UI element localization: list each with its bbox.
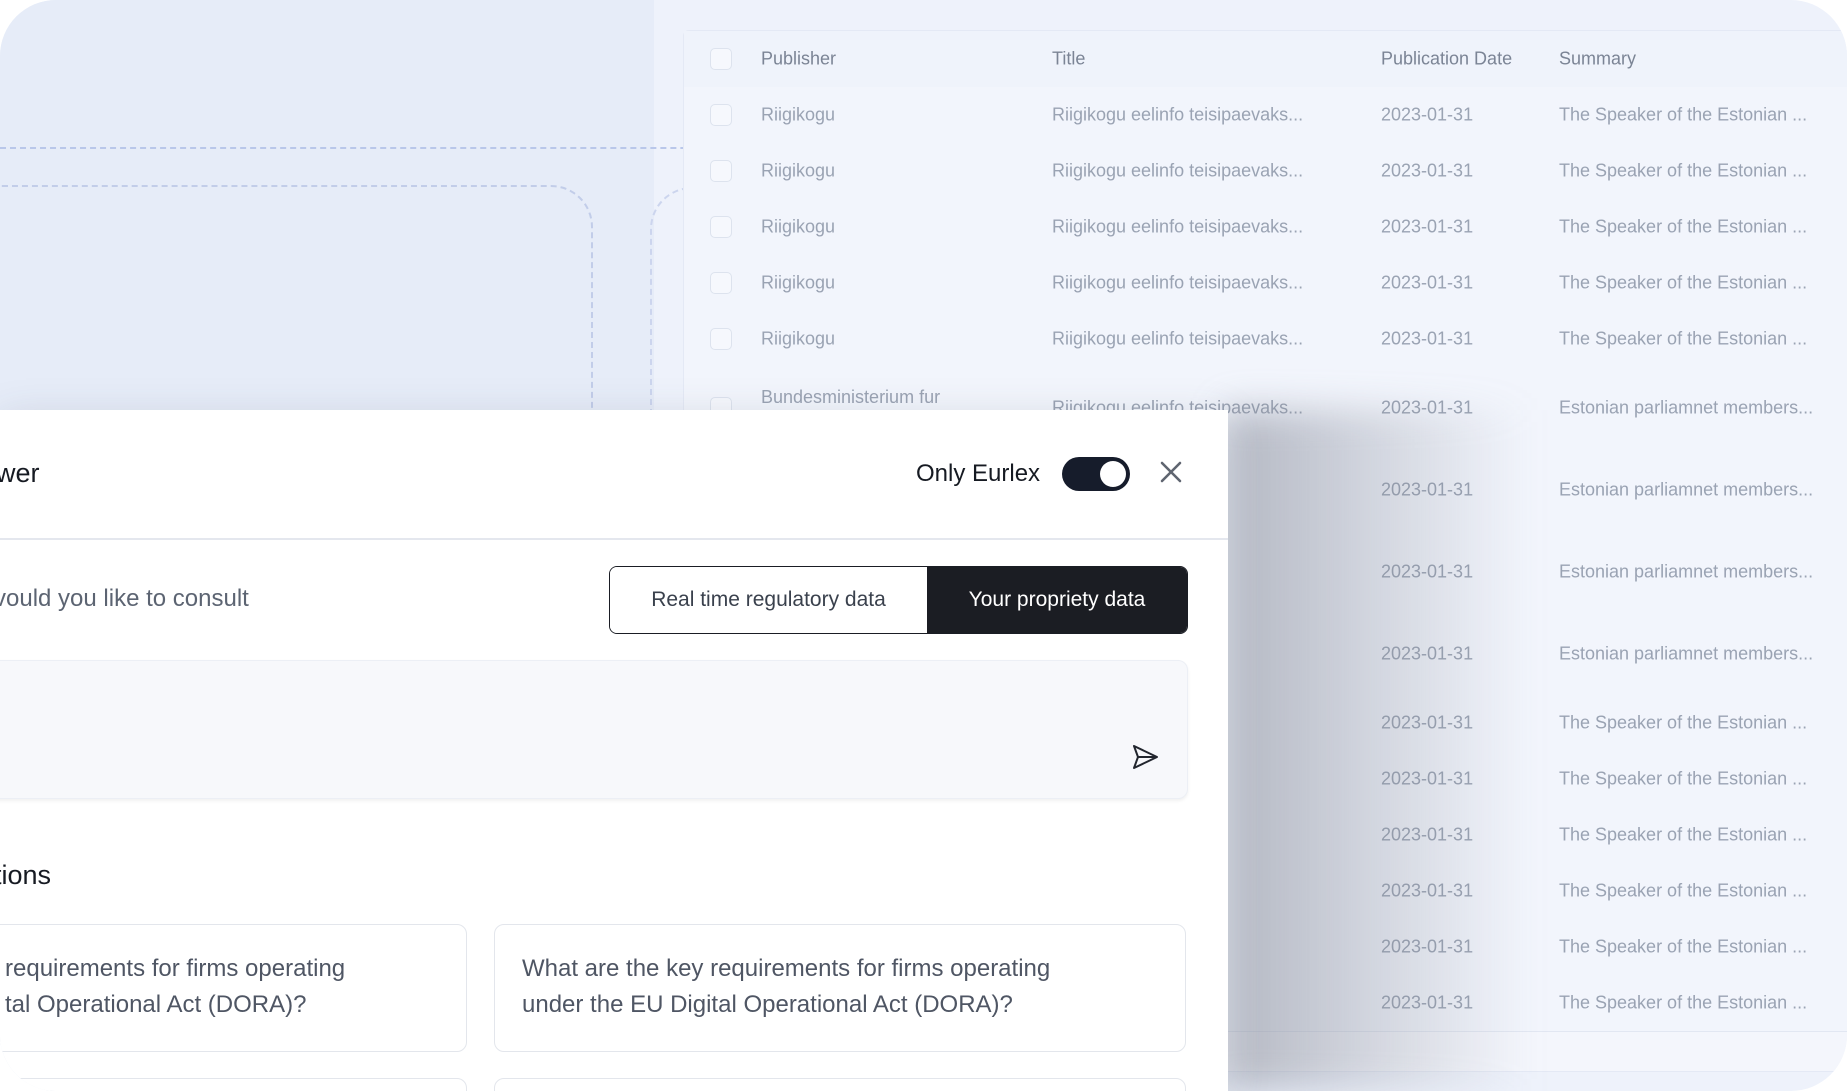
send-icon [1133, 745, 1158, 769]
title-cell: Riigikogu eelinfo teisipaevaks... [1052, 160, 1304, 181]
suggestion-text: requirements for firms operating tal Ope… [5, 955, 346, 1018]
ask-panel: wer Only Eurlex vould you like to consul… [0, 410, 1228, 1091]
suggestions-title: tions [0, 860, 52, 890]
only-eurlex-toggle[interactable] [1062, 457, 1130, 491]
row-checkbox[interactable] [710, 160, 732, 182]
real-time-regulatory-data-option[interactable]: Real time regulatory data [610, 567, 927, 633]
column-header-title[interactable]: Title [1052, 49, 1085, 70]
table-row[interactable]: Riigikogu Riigikogu eelinfo teisipaevaks.… [684, 311, 1847, 368]
publication-date-cell: 2023-01-31 [1381, 160, 1474, 181]
publisher-cell: Riigikogu [761, 160, 836, 181]
publication-date-cell: 2023-01-31 [1381, 104, 1474, 125]
question-input[interactable] [0, 660, 1188, 799]
publication-date-cell: 2023-01-31 [1381, 272, 1474, 293]
select-all-checkbox[interactable] [710, 48, 732, 70]
summary-cell: Estonian parliamnet members... [1559, 561, 1814, 582]
header-divider [0, 538, 1228, 540]
summary-cell: The Speaker of the Estonian ... [1559, 992, 1808, 1013]
publication-date-cell: 2023-01-31 [1381, 328, 1474, 349]
suggestion-text: What are the key requirements for firms … [522, 955, 1051, 1018]
close-button[interactable] [1153, 454, 1189, 490]
title-cell: Riigikogu eelinfo teisipaevaks... [1052, 104, 1304, 125]
column-header-summary[interactable]: Summary [1559, 49, 1636, 70]
row-checkbox[interactable] [710, 272, 732, 294]
app-frame: Publisher Title Publication Date Summary… [0, 0, 1847, 1091]
source-selector: Real time regulatory data Your propriety… [609, 566, 1188, 634]
publisher-cell: Riigikogu [761, 216, 836, 237]
summary-cell: Estonian parliamnet members... [1559, 643, 1814, 664]
summary-cell: The Speaker of the Estonian ... [1559, 768, 1808, 789]
row-checkbox[interactable] [710, 104, 732, 126]
publication-date-cell: 2023-01-31 [1381, 216, 1474, 237]
summary-cell: The Speaker of the Estonian ... [1559, 328, 1808, 349]
title-cell: Riigikogu eelinfo teisipaevaks... [1052, 216, 1304, 237]
column-header-publication-date[interactable]: Publication Date [1381, 49, 1512, 70]
only-eurlex-label: Only Eurlex [916, 460, 1041, 487]
title-cell: Riigikogu eelinfo teisipaevaks... [1052, 328, 1304, 349]
row-checkbox[interactable] [710, 328, 732, 350]
summary-cell: The Speaker of the Estonian ... [1559, 104, 1808, 125]
summary-cell: The Speaker of the Estonian ... [1559, 880, 1808, 901]
table-row[interactable]: Riigikogu Riigikogu eelinfo teisipaevaks.… [684, 87, 1847, 144]
column-header-publisher[interactable]: Publisher [761, 49, 836, 70]
publisher-cell: Bundesministerium fur [761, 387, 941, 407]
publisher-cell: Riigikogu [761, 104, 836, 125]
summary-cell: The Speaker of the Estonian ... [1559, 824, 1808, 845]
table-header-row: Publisher Title Publication Date Summary [684, 31, 1847, 88]
suggestion-card[interactable]: requirements for firms operating tal Ope… [0, 924, 467, 1052]
suggestion-card[interactable] [0, 1078, 467, 1091]
summary-cell: Estonian parliamnet members... [1559, 479, 1814, 500]
panel-title: wer [0, 458, 40, 488]
your-propriety-data-option[interactable]: Your propriety data [927, 567, 1187, 633]
summary-cell: The Speaker of the Estonian ... [1559, 160, 1808, 181]
consult-label: vould you like to consult [0, 585, 249, 612]
title-cell: Riigikogu eelinfo teisipaevaks... [1052, 272, 1304, 293]
panel-shadow [1228, 410, 1528, 1091]
publisher-cell: Riigikogu [761, 272, 836, 293]
table-row[interactable]: Riigikogu Riigikogu eelinfo teisipaevaks.… [684, 199, 1847, 256]
suggestion-card[interactable] [494, 1078, 1186, 1091]
table-row[interactable]: Riigikogu Riigikogu eelinfo teisipaevaks.… [684, 255, 1847, 312]
summary-cell: The Speaker of the Estonian ... [1559, 936, 1808, 957]
summary-cell: The Speaker of the Estonian ... [1559, 272, 1808, 293]
summary-cell: Estonian parliamnet members... [1559, 397, 1814, 418]
close-icon [1160, 461, 1182, 483]
publisher-cell: Riigikogu [761, 328, 836, 349]
suggestion-card[interactable]: What are the key requirements for firms … [494, 924, 1186, 1052]
send-button[interactable] [1130, 742, 1160, 772]
toggle-knob [1100, 461, 1126, 487]
row-checkbox[interactable] [710, 216, 732, 238]
summary-cell: The Speaker of the Estonian ... [1559, 712, 1808, 733]
summary-cell: The Speaker of the Estonian ... [1559, 216, 1808, 237]
table-row[interactable]: Riigikogu Riigikogu eelinfo teisipaevaks.… [684, 143, 1847, 200]
